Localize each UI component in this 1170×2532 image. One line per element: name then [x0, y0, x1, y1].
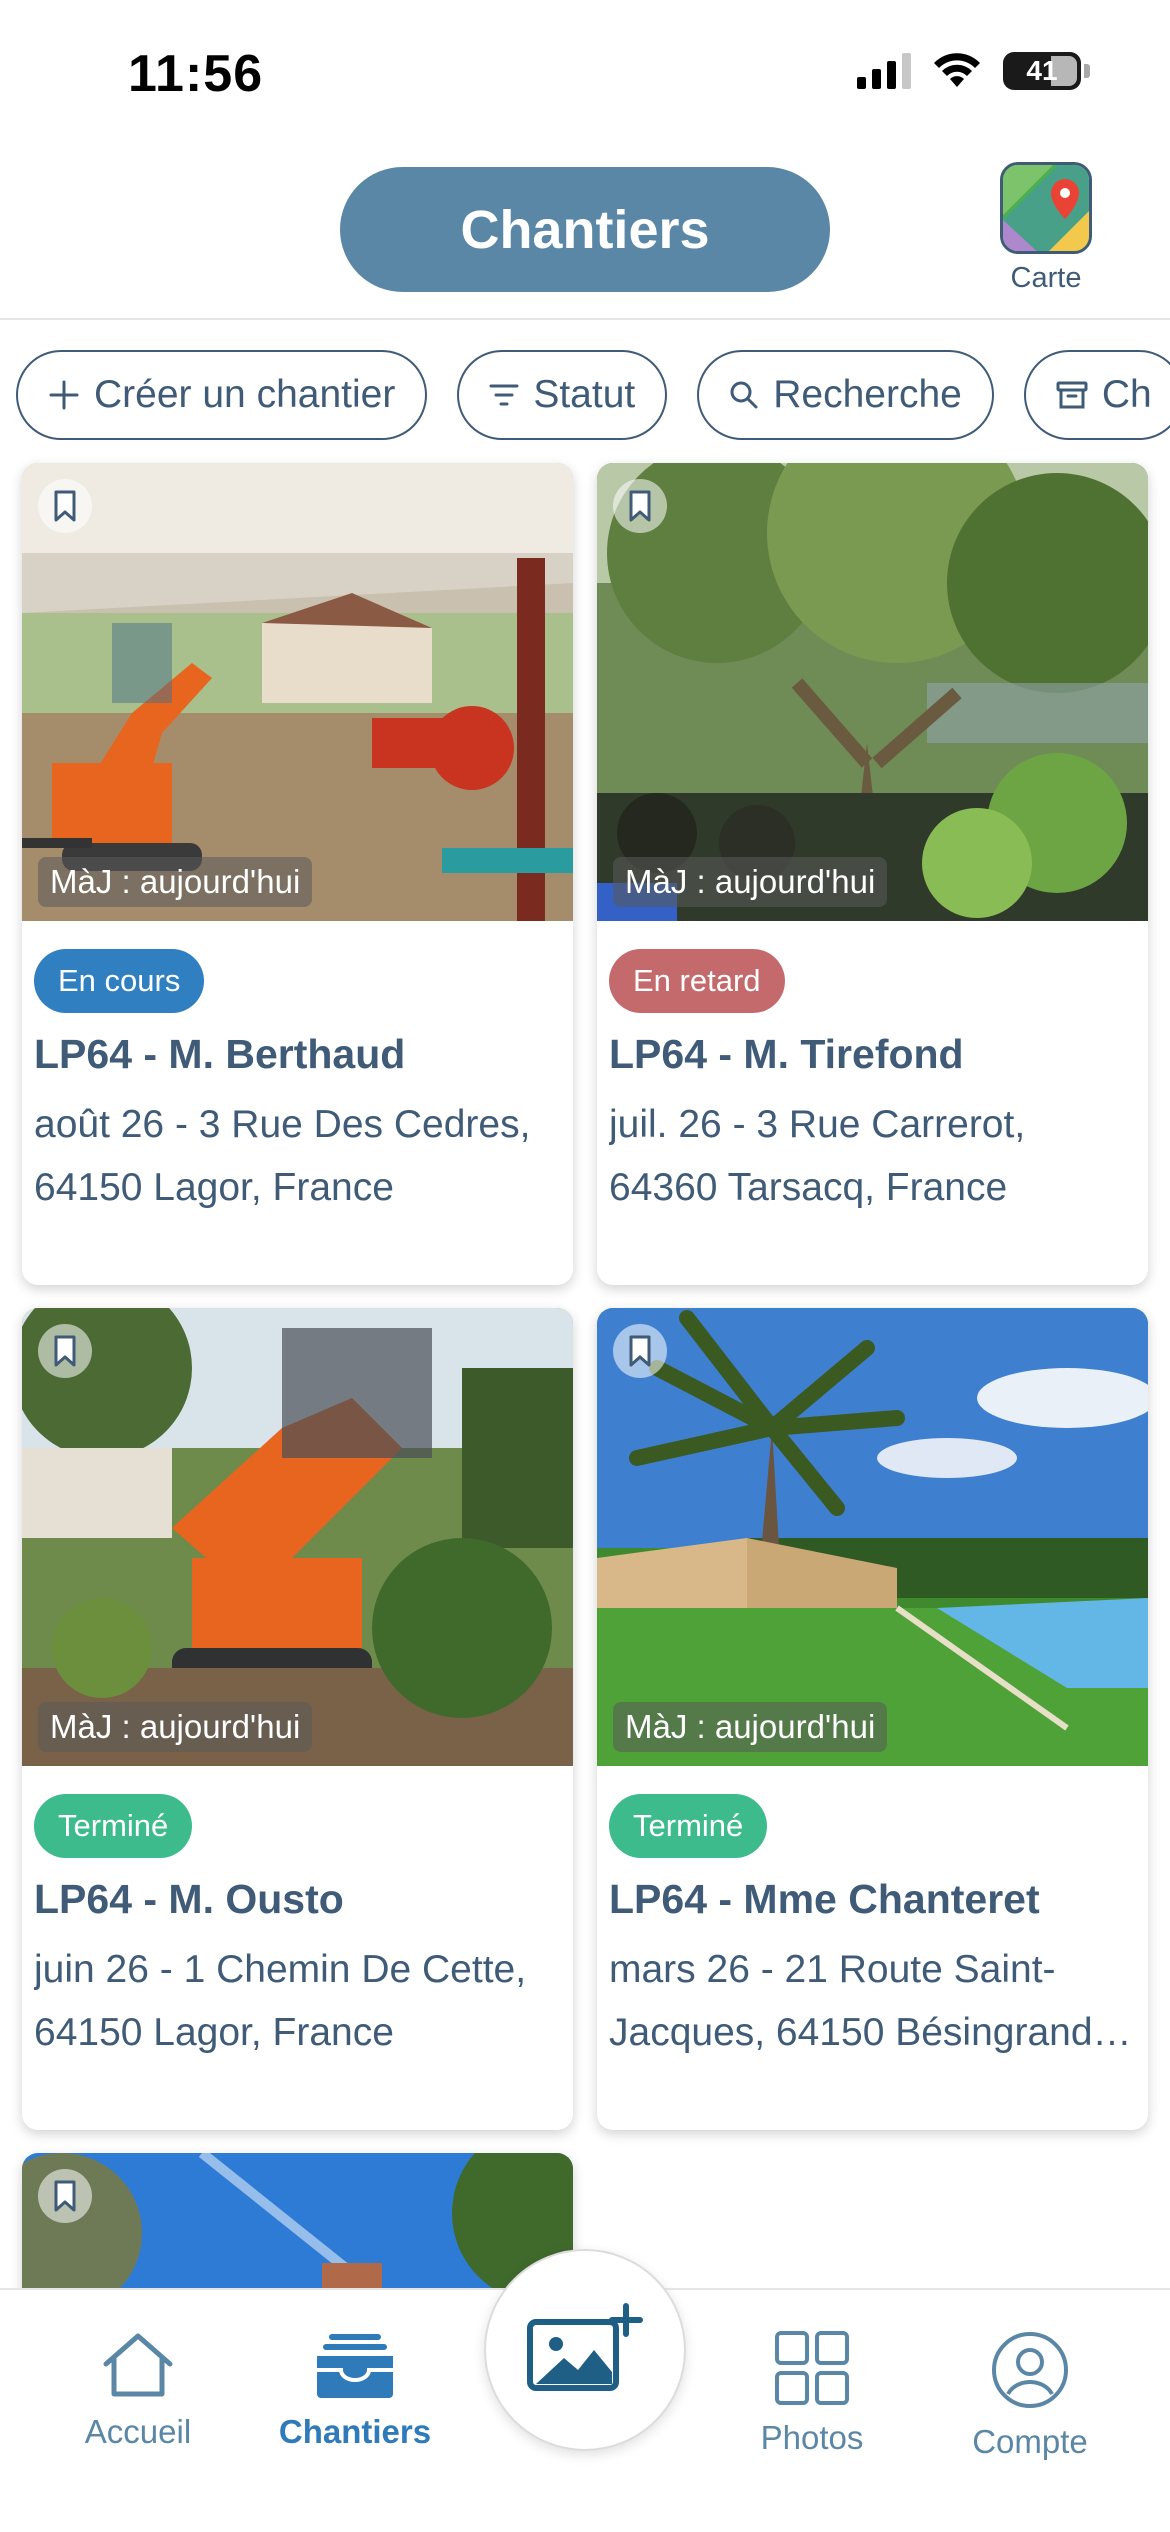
status-icons: 41	[857, 52, 1090, 90]
update-label: MàJ : aujourd'hui	[38, 1702, 313, 1752]
update-label: MàJ : aujourd'hui	[613, 857, 888, 907]
inbox-stack-icon	[317, 2334, 393, 2398]
archive-filter-label: Ch	[1101, 373, 1152, 416]
archive-icon	[1056, 381, 1088, 409]
search-icon	[730, 381, 758, 409]
archive-filter-button[interactable]: Ch	[1023, 350, 1170, 440]
cellular-signal-icon	[857, 53, 911, 89]
nav-photos[interactable]: Photos	[712, 2330, 912, 2457]
nav-sites-label: Chantiers	[278, 2413, 432, 2450]
status-time: 11:56	[128, 45, 264, 103]
map-button[interactable]: Carte	[996, 162, 1096, 295]
bookmark-icon	[629, 490, 651, 522]
site-title: LP64 - M. Ousto	[34, 1876, 344, 1922]
search-button[interactable]: Recherche	[697, 350, 994, 440]
nav-home-label: Accueil	[84, 2413, 192, 2450]
bookmark-icon	[54, 1335, 76, 1367]
bookmark-button[interactable]	[613, 479, 667, 533]
nav-account[interactable]: Compte	[930, 2330, 1130, 2461]
plus-icon	[49, 380, 79, 410]
status-badge: Terminé	[609, 1794, 768, 1858]
user-icon	[992, 2332, 1068, 2408]
site-title: LP64 - Mme Chanteret	[609, 1876, 1040, 1922]
nav-photos-label: Photos	[760, 2419, 864, 2456]
battery-icon: 41	[1003, 52, 1081, 90]
page-title[interactable]: Chantiers	[340, 167, 830, 292]
create-site-label: Créer un chantier	[94, 373, 396, 416]
site-card[interactable]: MàJ : aujourd'hui Terminé LP64 - M. Oust…	[22, 1308, 573, 2130]
site-photo: MàJ : aujourd'hui	[22, 1308, 573, 1766]
site-card[interactable]: MàJ : aujourd'hui En cours LP64 - M. Ber…	[22, 463, 573, 1285]
nav-sites[interactable]: Chantiers	[255, 2330, 455, 2451]
map-icon	[1000, 162, 1092, 254]
site-photo: MàJ : aujourd'hui	[22, 463, 573, 921]
site-title: LP64 - M. Berthaud	[34, 1031, 406, 1077]
site-description: août 26 - 3 Rue Des Cedres, 64150 Lagor,…	[34, 1103, 531, 1209]
filter-icon	[489, 384, 519, 406]
status-bar: 11:56 41	[0, 0, 1170, 150]
add-photo-button[interactable]	[484, 2249, 686, 2451]
wifi-icon	[934, 53, 980, 87]
bookmark-button[interactable]	[38, 1324, 92, 1378]
site-description: mars 26 - 21 Route Saint-Jacques, 64150 …	[609, 1948, 1104, 2054]
site-card[interactable]: MàJ : aujourd'hui En retard LP64 - M. Ti…	[597, 463, 1148, 1285]
battery-level: 41	[1026, 55, 1058, 86]
site-photo: MàJ : aujourd'hui	[597, 463, 1148, 921]
filter-chips: Créer un chantier Statut Recherche Ch	[16, 350, 1170, 440]
status-badge: Terminé	[34, 1794, 193, 1858]
bookmark-button[interactable]	[38, 479, 92, 533]
home-icon	[103, 2333, 173, 2397]
photo-grid-icon	[775, 2331, 849, 2405]
search-label: Recherche	[773, 373, 962, 416]
status-filter-button[interactable]: Statut	[457, 350, 668, 440]
site-card[interactable]: MàJ : aujourd'hui Terminé LP64 - Mme Cha…	[597, 1308, 1148, 2130]
update-label: MàJ : aujourd'hui	[38, 857, 313, 907]
header: Chantiers Carte	[0, 150, 1170, 320]
status-badge: En cours	[34, 949, 205, 1013]
bookmark-icon	[54, 2180, 76, 2212]
create-site-button[interactable]: Créer un chantier	[16, 350, 428, 440]
bookmark-icon	[629, 1335, 651, 1367]
map-label: Carte	[1010, 262, 1082, 294]
site-description: juil. 26 - 3 Rue Carrerot, 64360 Tarsacq…	[609, 1103, 1026, 1209]
site-title: LP64 - M. Tirefond	[609, 1031, 964, 1077]
status-filter-label: Statut	[533, 373, 636, 416]
status-badge: En retard	[609, 949, 785, 1013]
nav-account-label: Compte	[972, 2423, 1088, 2460]
bookmark-button[interactable]	[38, 2169, 92, 2223]
add-photo-icon	[527, 2303, 643, 2391]
bookmark-button[interactable]	[613, 1324, 667, 1378]
nav-home[interactable]: Accueil	[38, 2330, 238, 2451]
site-description: juin 26 - 1 Chemin De Cette, 64150 Lagor…	[34, 1948, 527, 2054]
bookmark-icon	[54, 490, 76, 522]
site-photo: MàJ : aujourd'hui	[597, 1308, 1148, 1766]
update-label: MàJ : aujourd'hui	[613, 1702, 888, 1752]
